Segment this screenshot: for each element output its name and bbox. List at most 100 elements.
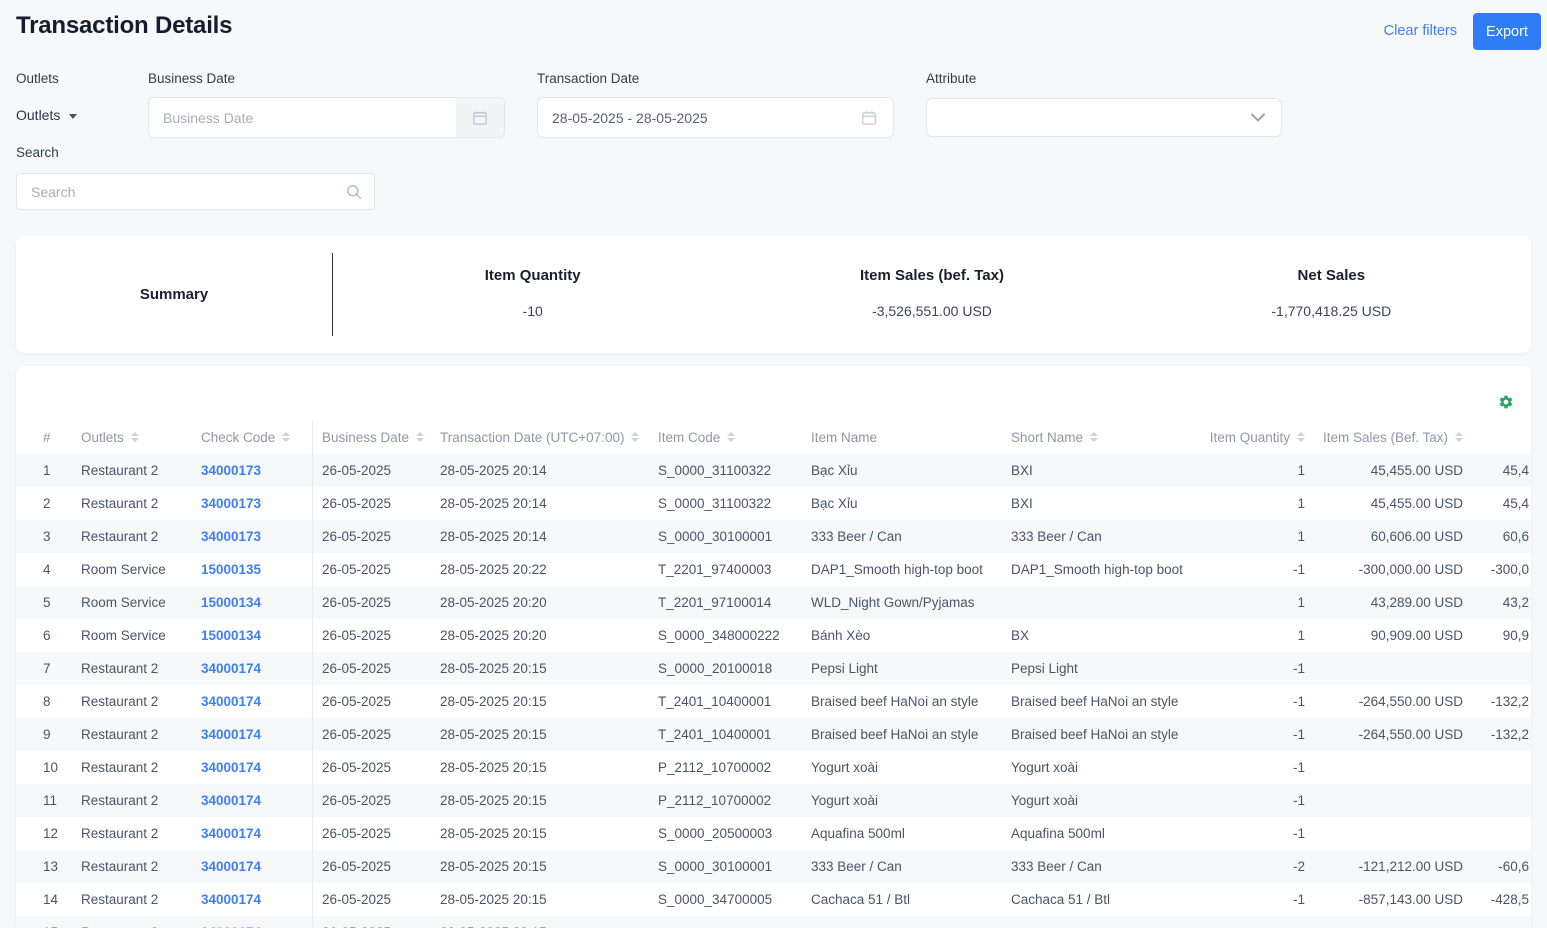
item-name-cell: 333 Beer / Can [811, 859, 902, 874]
item-sales-cell: -857,143.00 USD [1358, 892, 1463, 907]
check-code-link[interactable]: 34000174 [201, 685, 313, 718]
search-icon[interactable] [334, 174, 374, 209]
check-code-link[interactable]: 15000135 [201, 553, 313, 586]
attribute-select-value[interactable] [927, 99, 1251, 136]
metric-label: Item Sales (bef. Tax) [860, 267, 1004, 284]
clipped-amount-cell [1467, 652, 1531, 685]
row-index: 12 [43, 826, 59, 841]
business-date-cell: 26-05-2025 [322, 793, 392, 808]
metric-value: -3,526,551.00 USD [872, 303, 992, 319]
item-sales-cell [1309, 652, 1467, 685]
table-header-row: # Outlets Check Code Business Date Trans… [16, 420, 1531, 454]
attribute-select[interactable] [926, 98, 1282, 137]
outlet-cell: Restaurant 2 [81, 760, 159, 775]
outlet-cell: Restaurant 2 [81, 529, 159, 544]
transaction-date-cell: 28-05-2025 20:22 [440, 562, 547, 577]
item-name-cell: Yogurt xoài [811, 760, 879, 775]
item-sales-cell [1309, 817, 1467, 850]
item-name-cell: Bánh Xèo [811, 628, 871, 643]
check-code-link[interactable]: 34000173 [201, 454, 313, 487]
column-header-biz[interactable]: Business Date [313, 420, 440, 454]
clipped-amount-cell: -132,2 [1490, 727, 1529, 742]
search-input[interactable] [17, 174, 334, 209]
outlets-dropdown[interactable]: Outlets [16, 107, 78, 123]
gear-icon[interactable] [1498, 394, 1514, 410]
column-header-txn[interactable]: Transaction Date (UTC+07:00) [440, 420, 658, 454]
transaction-date-cell: 28-05-2025 20:15 [440, 793, 547, 808]
column-header-check[interactable]: Check Code [201, 420, 313, 454]
calendar-icon[interactable] [456, 98, 504, 137]
check-code-link[interactable]: 34000173 [201, 487, 313, 520]
item-quantity-cell: -1 [1292, 562, 1305, 577]
chevron-down-icon [1251, 113, 1265, 122]
clipped-amount-cell: -300,0 [1490, 562, 1529, 577]
column-header-short[interactable]: Short Name [1011, 420, 1197, 454]
item-quantity-cell: -1 [1292, 661, 1305, 676]
check-code-link[interactable]: 34000174 [201, 883, 313, 916]
sort-icon [1455, 432, 1463, 442]
sort-icon [416, 432, 425, 442]
item-code-cell: S_0000_30100001 [658, 529, 773, 544]
table-row: 2 Restaurant 2 34000173 26-05-2025 28-05… [16, 487, 1531, 520]
check-code-link[interactable]: 15000134 [201, 586, 313, 619]
item-code-cell: S_0000_30100001 [658, 859, 773, 874]
check-code-link[interactable]: 34000174 [201, 817, 313, 850]
check-code-link[interactable]: 34000174 [201, 916, 313, 928]
item-quantity-cell: -1 [1292, 727, 1305, 742]
item-name-cell: Pepsi Light [811, 661, 878, 676]
column-header-qty[interactable]: Item Quantity [1197, 420, 1309, 454]
item-sales-cell: 45,455.00 USD [1370, 463, 1463, 478]
business-date-cell: 26-05-2025 [322, 727, 392, 742]
column-header-cut [1467, 420, 1531, 454]
short-name-cell: Braised beef HaNoi an style [1011, 727, 1179, 742]
check-code-link[interactable]: 34000174 [201, 751, 313, 784]
sort-icon [282, 432, 291, 442]
item-quantity-cell: -1 [1292, 892, 1305, 907]
table-row: 4 Room Service 15000135 26-05-2025 28-05… [16, 553, 1531, 586]
column-header-sales[interactable]: Item Sales (Bef. Tax) [1309, 420, 1467, 454]
short-name-cell: 333 Beer / Can [1011, 859, 1102, 874]
clipped-amount-cell: 45,4 [1502, 463, 1529, 478]
column-header-outlet[interactable]: Outlets [81, 420, 201, 454]
check-code-link[interactable]: 34000173 [201, 520, 313, 553]
outlets-filter-label: Outlets [16, 71, 59, 86]
business-date-input[interactable] [149, 98, 456, 137]
item-name-cell: Braised beef HaNoi an style [811, 727, 979, 742]
transaction-date-field[interactable] [537, 97, 894, 138]
check-code-link[interactable]: 34000174 [201, 784, 313, 817]
summary-title: Summary [139, 286, 209, 303]
check-code-link[interactable]: 34000174 [201, 850, 313, 883]
outlet-cell: Room Service [81, 628, 166, 643]
business-date-cell: 26-05-2025 [322, 595, 392, 610]
column-header-code[interactable]: Item Code [658, 420, 811, 454]
check-code-link[interactable]: 34000174 [201, 652, 313, 685]
item-code-cell: T_2201_97100014 [658, 595, 772, 610]
item-name-cell: Bạc Xỉu [811, 463, 858, 478]
metric-value: -1,770,418.25 USD [1271, 303, 1392, 319]
business-date-cell: 26-05-2025 [322, 496, 392, 511]
outlet-cell: Restaurant 2 [81, 727, 159, 742]
search-field[interactable] [16, 173, 375, 210]
business-date-cell: 26-05-2025 [322, 760, 392, 775]
export-button[interactable]: Export [1473, 13, 1541, 50]
calendar-icon[interactable] [845, 98, 893, 137]
transaction-date-input[interactable] [538, 98, 845, 137]
clear-filters-link[interactable]: Clear filters [1384, 23, 1457, 39]
transaction-date-cell: 28-05-2025 20:15 [440, 892, 547, 907]
transaction-date-cell: 28-05-2025 20:15 [440, 694, 547, 709]
table-row: 13 Restaurant 2 34000174 26-05-2025 28-0… [16, 850, 1531, 883]
table-row: 10 Restaurant 2 34000174 26-05-2025 28-0… [16, 751, 1531, 784]
item-name-cell: Yogurt xoài [811, 793, 879, 808]
business-date-cell: 26-05-2025 [322, 694, 392, 709]
item-quantity-cell: 1 [1297, 628, 1305, 643]
outlet-cell: Restaurant 2 [81, 892, 159, 907]
item-name-cell: 333 Beer / Can [811, 529, 902, 544]
search-filter-label: Search [16, 145, 59, 160]
check-code-link[interactable]: 34000174 [201, 718, 313, 751]
business-date-field[interactable] [148, 97, 505, 138]
sort-icon [631, 432, 640, 442]
short-name-cell: Braised beef HaNoi an style [1011, 694, 1179, 709]
item-quantity-cell: -1 [1292, 694, 1305, 709]
business-date-cell: 26-05-2025 [313, 916, 440, 928]
check-code-link[interactable]: 15000134 [201, 619, 313, 652]
